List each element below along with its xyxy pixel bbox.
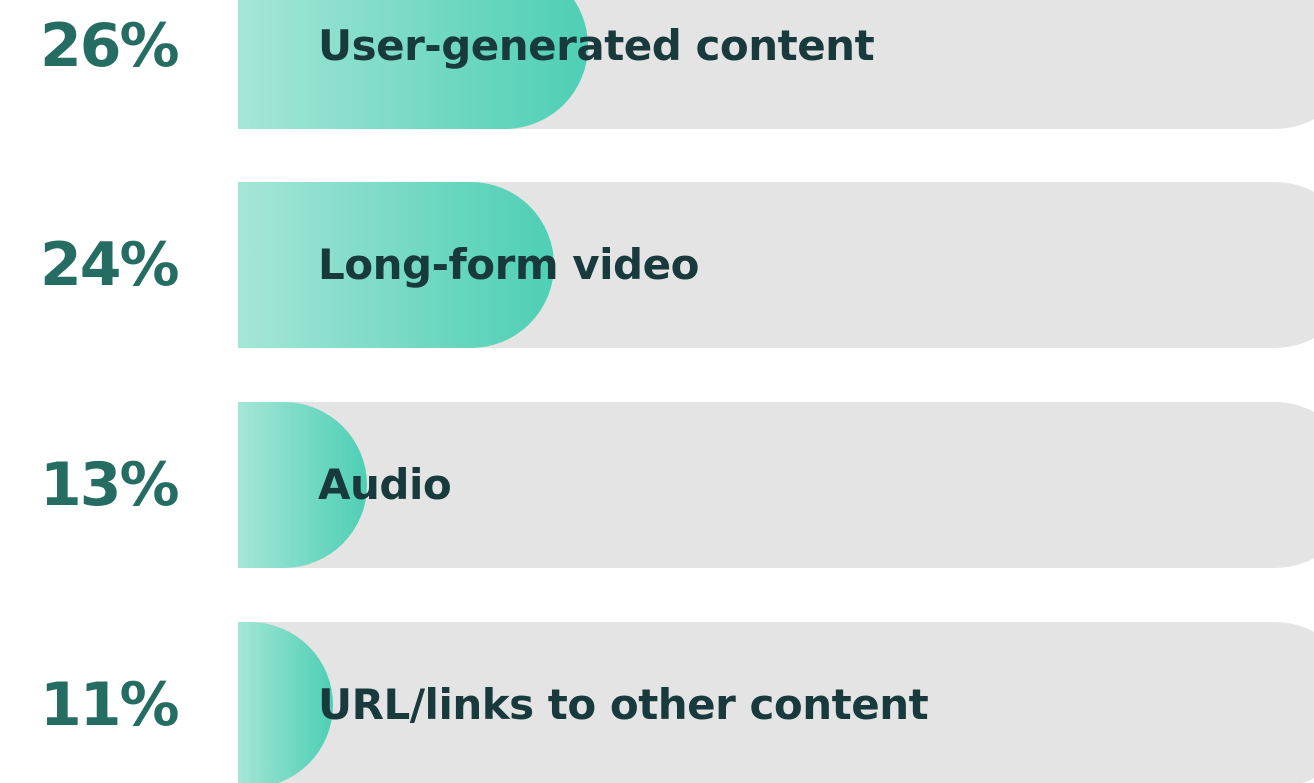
category-label: Long-form video [318,240,699,289]
value-label: 24% [40,230,180,300]
bar-track: URL/links to other content [238,622,1314,783]
bar-row: 13% Audio [0,402,1314,568]
bar-track: User-generated content [238,0,1314,129]
category-label: URL/links to other content [318,680,929,729]
category-label: Audio [318,460,452,509]
category-label: User-generated content [318,21,875,70]
bar-row: 11% URL/links to other content [0,622,1314,783]
bar-row: 26% User-generated content [0,0,1314,129]
bar-track: Long-form video [238,182,1314,348]
value-label: 11% [40,670,180,740]
value-label: 26% [40,11,180,81]
bar-track: Audio [238,402,1314,568]
value-label: 13% [40,450,180,520]
bar-row: 24% Long-form video [0,182,1314,348]
bar-chart: 26% User-generated content 24% Long-form vi… [0,0,1314,783]
